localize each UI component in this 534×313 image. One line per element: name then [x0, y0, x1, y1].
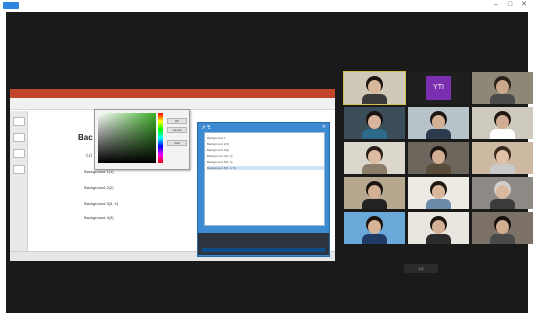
memo-dialog[interactable]: メモ ✕ Background 1 Background 2(1) Backgr…	[197, 122, 330, 257]
slide-text-line: Background 4(3)	[84, 215, 114, 220]
participant-body	[490, 164, 515, 174]
video-tile-participant-7[interactable]	[344, 142, 405, 174]
participant-body	[426, 199, 451, 209]
slide-text-line: Background 3(3, 4)	[84, 201, 119, 206]
picker-cancel-button[interactable]: Cancel	[167, 127, 187, 133]
close-button[interactable]: ✕	[520, 1, 528, 9]
video-tile-participant-8[interactable]	[408, 142, 469, 174]
dialog-text-line-selected: Background 6(3, 4, 5)	[207, 166, 324, 170]
participant-body	[362, 129, 387, 139]
participant-body	[490, 199, 515, 209]
slide-text-line: Background 2(2)	[84, 185, 114, 190]
participant-face	[432, 220, 445, 234]
dialog-footer	[198, 233, 329, 255]
dialog-close-icon[interactable]: ✕	[322, 124, 326, 130]
dialog-text-line: Background 2(1)	[207, 142, 230, 146]
slide-thumbnail-pane	[10, 111, 28, 251]
participant-body	[426, 129, 451, 139]
participant-face	[368, 220, 381, 234]
dialog-text-line: Background 1	[207, 136, 226, 140]
participant-face	[496, 80, 509, 94]
picker-add-button[interactable]: Add	[167, 140, 187, 146]
minimize-button[interactable]: –	[492, 1, 500, 9]
dialog-text-line: Background 3(2)	[207, 148, 230, 152]
participant-body	[426, 234, 451, 244]
gallery-page-indicator[interactable]: 1/2	[404, 264, 438, 273]
video-tile-participant-11[interactable]	[408, 177, 469, 209]
participant-body	[490, 234, 515, 244]
participant-body	[362, 199, 387, 209]
participant-face	[496, 220, 509, 234]
participant-body	[362, 94, 387, 104]
picker-ok-button[interactable]: OK	[167, 118, 187, 124]
hue-slider[interactable]	[158, 113, 163, 163]
participant-body	[490, 129, 515, 139]
dialog-text-line: Background 4(3, 4)	[207, 154, 233, 158]
participant-face	[368, 115, 381, 129]
zoom-app-icon	[3, 2, 19, 9]
participant-face	[432, 115, 445, 129]
video-tile-participant-13[interactable]	[344, 212, 405, 244]
video-tile-participant-9[interactable]	[472, 142, 533, 174]
participant-body	[426, 164, 451, 174]
dialog-text-line: Background 5(3, 4)	[207, 160, 233, 164]
video-tile-participant-6[interactable]	[472, 107, 533, 139]
participant-face	[432, 185, 445, 199]
window-titlebar: – □ ✕	[0, 0, 534, 12]
meeting-window: Bac 《1》音を遅く Background 1(1) Background 2…	[6, 12, 533, 313]
slide-title: Bac	[78, 133, 93, 142]
participant-face	[368, 185, 381, 199]
participant-face	[496, 185, 509, 199]
participant-body	[362, 164, 387, 174]
shared-screen[interactable]: Bac 《1》音を遅く Background 1(1) Background 2…	[10, 89, 335, 261]
participant-face	[432, 150, 445, 164]
video-tile-participant-4[interactable]	[344, 107, 405, 139]
video-tile-participant-14[interactable]	[408, 212, 469, 244]
participant-body	[362, 234, 387, 244]
video-tile-participant-15[interactable]	[472, 212, 533, 244]
video-tile-participant-3[interactable]	[472, 72, 533, 104]
video-tile-participant-12[interactable]	[472, 177, 533, 209]
participant-body	[490, 94, 515, 104]
participant-face	[496, 150, 509, 164]
slide-thumbnail	[13, 165, 25, 174]
participant-face	[368, 150, 381, 164]
taskbar-strip	[202, 248, 325, 252]
slide-thumbnail	[13, 149, 25, 158]
ppt-title-ribbon	[10, 89, 335, 98]
slide-thumbnail	[13, 117, 25, 126]
slide-thumbnail	[13, 133, 25, 142]
color-gradient-area[interactable]	[98, 113, 156, 163]
dialog-title: メモ	[201, 125, 212, 131]
participant-avatar: YTI	[426, 76, 451, 100]
video-tile-participant-10[interactable]	[344, 177, 405, 209]
video-tile-participant-2[interactable]: YTI	[408, 72, 469, 104]
color-picker-dialog[interactable]: OK Cancel Add	[94, 109, 190, 170]
participant-face	[496, 115, 509, 129]
video-tile-participant-5[interactable]	[408, 107, 469, 139]
dialog-text-area[interactable]: Background 1 Background 2(1) Background …	[204, 132, 325, 226]
participant-face	[368, 80, 381, 94]
maximize-button[interactable]: □	[506, 1, 514, 9]
video-tile-participant-1[interactable]	[343, 71, 406, 105]
